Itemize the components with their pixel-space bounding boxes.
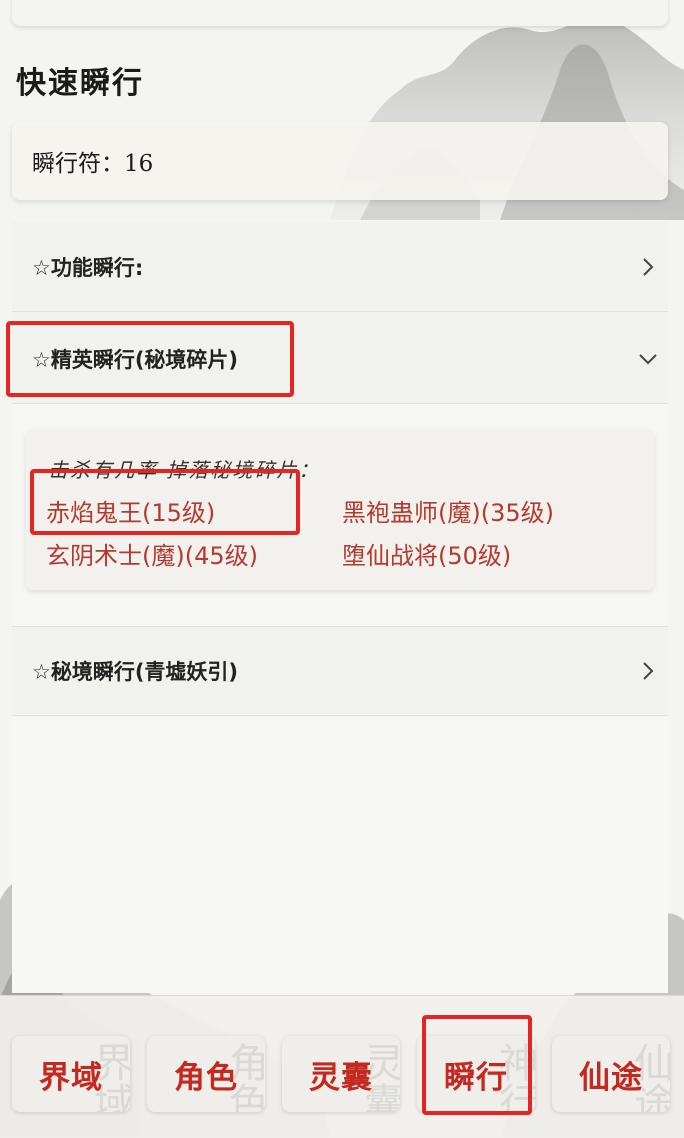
section-elite-teleport[interactable]: ☆精英瞬行(秘境碎片) xyxy=(12,314,668,404)
section-title: ☆秘境瞬行(青墟妖引) xyxy=(32,659,239,684)
section-realm-teleport[interactable]: ☆秘境瞬行(青墟妖引) xyxy=(12,626,668,716)
section-title: ☆精英瞬行(秘境碎片) xyxy=(32,347,239,372)
boss-link-heipao[interactable]: 黑袍蛊师(魔)(35级) xyxy=(342,493,554,528)
boss-link-chiyan[interactable]: 赤焰鬼王(15级) xyxy=(46,493,215,528)
nav-label: 灵囊 xyxy=(309,1059,373,1096)
section-title: ☆功能瞬行: xyxy=(32,255,144,280)
nav-label: 仙途 xyxy=(579,1059,643,1096)
top-panel-edge xyxy=(12,0,668,26)
token-count-card: 瞬行符：16 xyxy=(12,122,668,200)
boss-link-duoxian[interactable]: 堕仙战将(50级) xyxy=(342,536,511,571)
panel-empty-area xyxy=(12,717,668,993)
nav-spirit-bag[interactable]: 灵囊 灵囊 xyxy=(282,1036,400,1112)
elite-drops-panel: 击杀有几率 掉落秘境碎片： 赤焰鬼王(15级) 黑袍蛊师(魔)(35级) 玄阴术… xyxy=(12,404,668,627)
token-count-label: 瞬行符：16 xyxy=(32,151,154,177)
nav-label: 角色 xyxy=(174,1059,238,1096)
boss-link-xuanyin[interactable]: 玄阴术士(魔)(45级) xyxy=(46,536,258,571)
nav-immortal-path[interactable]: 仙途 仙途 xyxy=(552,1036,670,1112)
chevron-right-icon xyxy=(638,661,658,681)
chevron-down-icon xyxy=(638,349,658,369)
nav-label: 瞬行 xyxy=(444,1059,508,1096)
chevron-right-icon xyxy=(638,257,658,277)
nav-label: 界域 xyxy=(39,1059,103,1096)
teleport-panel: ☆功能瞬行: ☆精英瞬行(秘境碎片) 击杀有几率 掉落秘境碎片： 赤焰鬼王(15… xyxy=(12,222,668,717)
page-title: 快速瞬行 xyxy=(16,66,144,101)
section-function-teleport[interactable]: ☆功能瞬行: xyxy=(12,222,668,312)
bottom-nav: 界域 界域 角色 角色 灵囊 灵囊 神行 瞬行 仙途 仙途 xyxy=(0,995,684,1138)
nav-teleport[interactable]: 神行 瞬行 xyxy=(417,1036,535,1112)
nav-realm[interactable]: 界域 界域 xyxy=(12,1036,130,1112)
nav-character[interactable]: 角色 角色 xyxy=(147,1036,265,1112)
elite-drops-card: 击杀有几率 掉落秘境碎片： 赤焰鬼王(15级) 黑袍蛊师(魔)(35级) 玄阴术… xyxy=(26,430,654,590)
drops-description: 击杀有几率 掉落秘境碎片： xyxy=(48,458,321,482)
